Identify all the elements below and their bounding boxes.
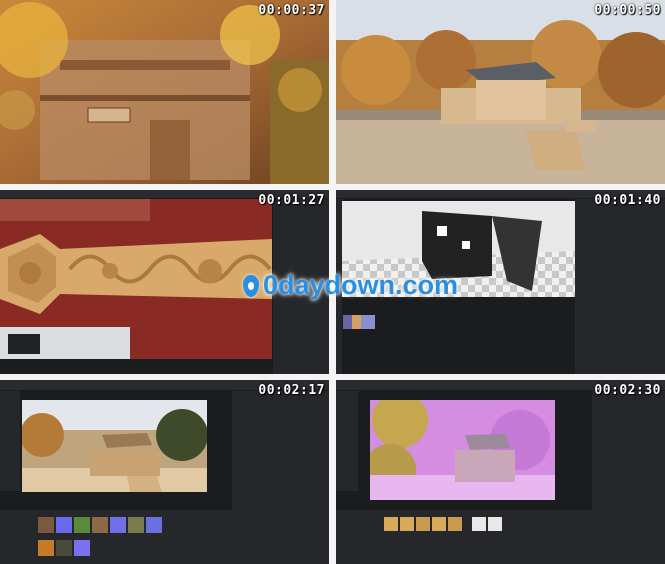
video-frame-6: 00:02:30 (336, 380, 665, 564)
texture-thumb[interactable] (56, 540, 72, 556)
texture-thumb[interactable] (400, 517, 414, 531)
outliner-panel (232, 391, 329, 564)
video-frame-5: 00:02:17 (0, 380, 329, 564)
timestamp: 00:01:40 (594, 193, 661, 208)
timestamp: 00:00:37 (258, 3, 325, 18)
watermark: 0daydown.com (243, 270, 458, 301)
texture-thumb[interactable] (488, 517, 502, 531)
ornament-texture-view (0, 199, 272, 359)
texture-thumb[interactable] (74, 517, 90, 533)
asset-browser (336, 510, 592, 564)
timestamp: 00:02:30 (594, 383, 661, 398)
left-toolbar (0, 391, 20, 491)
texture-thumb[interactable] (416, 517, 430, 531)
timestamp: 00:00:50 (594, 3, 661, 18)
texture-thumb[interactable] (472, 517, 486, 531)
texture-thumb[interactable] (38, 540, 54, 556)
texture-thumb[interactable] (38, 517, 54, 533)
texture-thumb[interactable] (448, 517, 462, 531)
scene-autumn-closeup (0, 0, 329, 184)
watermark-text: 0daydown.com (263, 270, 459, 300)
render-viewport (22, 400, 207, 492)
texture-thumb[interactable] (74, 540, 90, 556)
texture-thumb[interactable] (56, 517, 72, 533)
properties-panel (575, 199, 665, 374)
outliner-panel (592, 391, 665, 564)
video-frame-1: 00:00:37 (0, 0, 329, 184)
material-swatch[interactable] (361, 315, 375, 329)
left-toolbar (336, 391, 358, 491)
texture-thumb[interactable] (432, 517, 446, 531)
timestamp: 00:01:27 (258, 193, 325, 208)
texture-thumb[interactable] (92, 517, 108, 533)
texture-thumb[interactable] (384, 517, 398, 531)
video-frame-2: 00:00:50 (336, 0, 665, 184)
water-drop-icon (243, 274, 259, 297)
timestamp: 00:02:17 (258, 383, 325, 398)
texture-thumb[interactable] (110, 517, 126, 533)
texture-thumb[interactable] (128, 517, 144, 533)
scene-pavilion-plaza (336, 0, 665, 184)
texture-thumb[interactable] (146, 517, 162, 533)
render-viewport (370, 400, 555, 500)
